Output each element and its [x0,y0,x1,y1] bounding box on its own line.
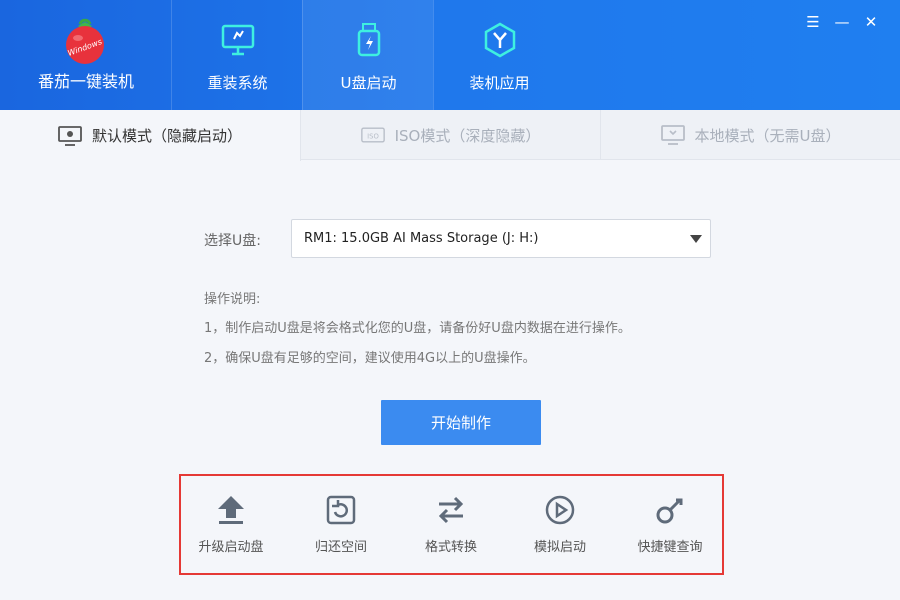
play-icon [545,495,575,525]
nav-reinstall-system[interactable]: 重装系统 [171,0,302,110]
tab-label: 默认模式（隐藏启动） [91,127,242,145]
dropdown-arrow-icon [690,235,702,243]
monitor-icon [58,125,82,146]
nav-label: U盘启动 [340,74,397,92]
usb-icon [357,23,381,57]
app-name: 番茄一键装机 [37,72,134,91]
restore-icon [326,495,356,525]
tab-default-mode[interactable]: 默认模式（隐藏启动） [0,110,301,161]
computer-icon [660,125,685,145]
instruction-line-2: 2，确保U盘有足够的空间，建议使用4G以上的U盘操作。 [204,351,536,366]
tool-label: 归还空间 [314,540,367,555]
tab-local-mode[interactable]: 本地模式（无需U盘） [601,110,900,160]
tool-simulate-boot[interactable]: 模拟启动 [510,494,610,555]
usb-select-label: 选择U盘: [204,233,261,249]
tab-label: ISO模式（深度隐藏） [394,126,541,145]
apps-icon [484,22,516,58]
app-header: Windows 番茄一键装机 重装系统 U盘启动 装机应用 ☰ — ✕ [0,0,900,110]
usb-select-dropdown[interactable]: RM1: 15.0GB AI Mass Storage (J: H:) [291,219,711,258]
iso-icon: ISO [360,127,385,143]
tool-hotkey-lookup[interactable]: 快捷键查询 [620,494,720,555]
tool-label: 升级启动盘 [198,540,264,555]
svg-text:ISO: ISO [367,132,379,140]
tool-label: 模拟启动 [533,540,586,555]
tool-upgrade-boot-disk[interactable]: 升级启动盘 [181,494,281,555]
tool-label: 格式转换 [424,540,477,555]
upload-arrow-icon [218,496,244,524]
usb-select-value: RM1: 15.0GB AI Mass Storage (J: H:) [304,231,539,246]
tab-iso-mode[interactable]: ISO ISO模式（深度隐藏） [301,110,601,160]
key-icon [656,498,683,524]
tab-label: 本地模式（无需U盘） [694,126,841,145]
close-icon[interactable]: ✕ [861,12,881,32]
monitor-icon [221,24,255,56]
mode-tabs: 默认模式（隐藏启动） ISO ISO模式（深度隐藏） 本地模式（无需U盘） [0,110,900,161]
instruction-line-1: 1，制作启动U盘是将会格式化您的U盘，请备份好U盘内数据在进行操作。 [204,321,631,336]
swap-arrows-icon [438,496,464,524]
instructions-title: 操作说明: [204,292,261,307]
tool-label: 快捷键查询 [637,540,703,555]
tool-format-convert[interactable]: 格式转换 [401,494,501,555]
nav-install-apps[interactable]: 装机应用 [433,0,564,110]
nav-usb-boot[interactable]: U盘启动 [302,0,433,110]
nav-label: 装机应用 [469,74,530,92]
tool-restore-space[interactable]: 归还空间 [291,494,391,555]
minimize-icon[interactable]: — [832,12,852,32]
menu-icon[interactable]: ☰ [803,12,823,32]
start-button[interactable]: 开始制作 [381,400,541,445]
brand: Windows 番茄一键装机 [0,0,172,110]
nav-label: 重装系统 [207,74,268,92]
tomato-logo-icon: Windows [66,18,104,64]
